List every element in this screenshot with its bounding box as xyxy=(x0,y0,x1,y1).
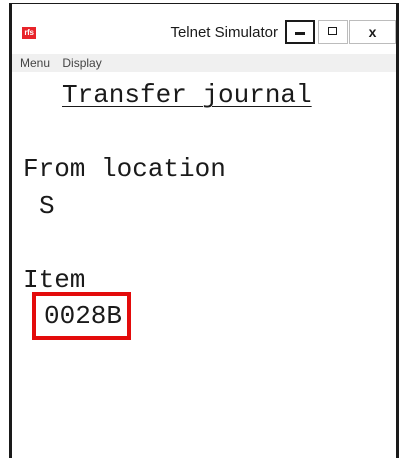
menu-item-menu[interactable]: Menu xyxy=(20,54,50,72)
menu-bar: Menu Display xyxy=(12,54,396,72)
title-bar[interactable]: rfs Telnet Simulator x xyxy=(12,4,396,50)
minimize-button[interactable] xyxy=(285,20,315,44)
from-location-value: S xyxy=(39,191,55,221)
window-title: Telnet Simulator xyxy=(170,24,278,41)
close-button[interactable]: x xyxy=(349,20,396,44)
menu-item-display[interactable]: Display xyxy=(62,54,101,72)
minimize-icon xyxy=(295,32,305,35)
close-icon: x xyxy=(368,24,377,40)
item-input-field[interactable]: 0028B xyxy=(32,292,132,340)
screen-heading: Transfer journal xyxy=(62,80,312,110)
terminal-screen[interactable]: Transfer journal From location S Item 00… xyxy=(12,72,396,458)
from-location-label: From location xyxy=(23,154,226,184)
telnet-simulator-window: rfs Telnet Simulator x Menu Display Tran… xyxy=(9,3,399,458)
item-label: Item xyxy=(23,265,86,295)
maximize-button[interactable] xyxy=(318,20,348,44)
maximize-icon xyxy=(328,27,337,35)
